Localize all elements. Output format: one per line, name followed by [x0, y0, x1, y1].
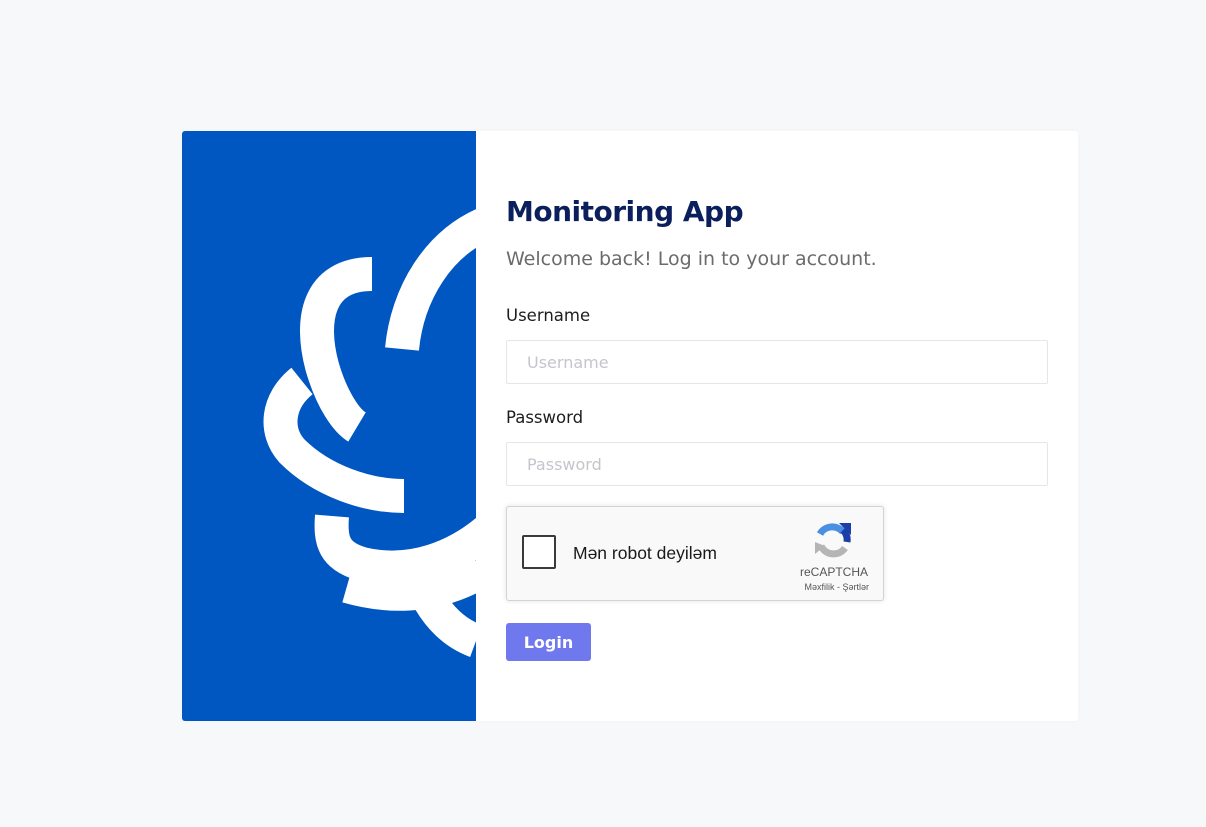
terms-link[interactable]: Şərtlər [842, 582, 869, 592]
recaptcha-widget: Mən robot deyiləm reCAPTCHA Məxfilik - Ş… [506, 506, 884, 601]
login-card: Monitoring App Welcome back! Log in to y… [182, 131, 1078, 721]
username-label: Username [506, 306, 591, 325]
welcome-subtitle: Welcome back! Log in to your account. [506, 248, 877, 270]
recaptcha-links: Məxfilik - Şərtlər [804, 582, 869, 592]
username-input[interactable] [506, 340, 1048, 384]
recaptcha-logo-icon [815, 523, 851, 558]
recaptcha-checkbox[interactable] [522, 535, 556, 569]
privacy-link[interactable]: Məxfilik [804, 582, 834, 592]
brand-panel [182, 131, 476, 721]
login-button[interactable]: Login [506, 623, 591, 661]
password-label: Password [506, 408, 584, 427]
recaptcha-checkbox-label: Mən robot deyiləm [573, 543, 717, 563]
app-title: Monitoring App [506, 195, 744, 228]
recaptcha-brand: reCAPTCHA [799, 565, 868, 579]
password-input[interactable] [506, 442, 1048, 486]
swirl-logo-icon [263, 209, 476, 657]
